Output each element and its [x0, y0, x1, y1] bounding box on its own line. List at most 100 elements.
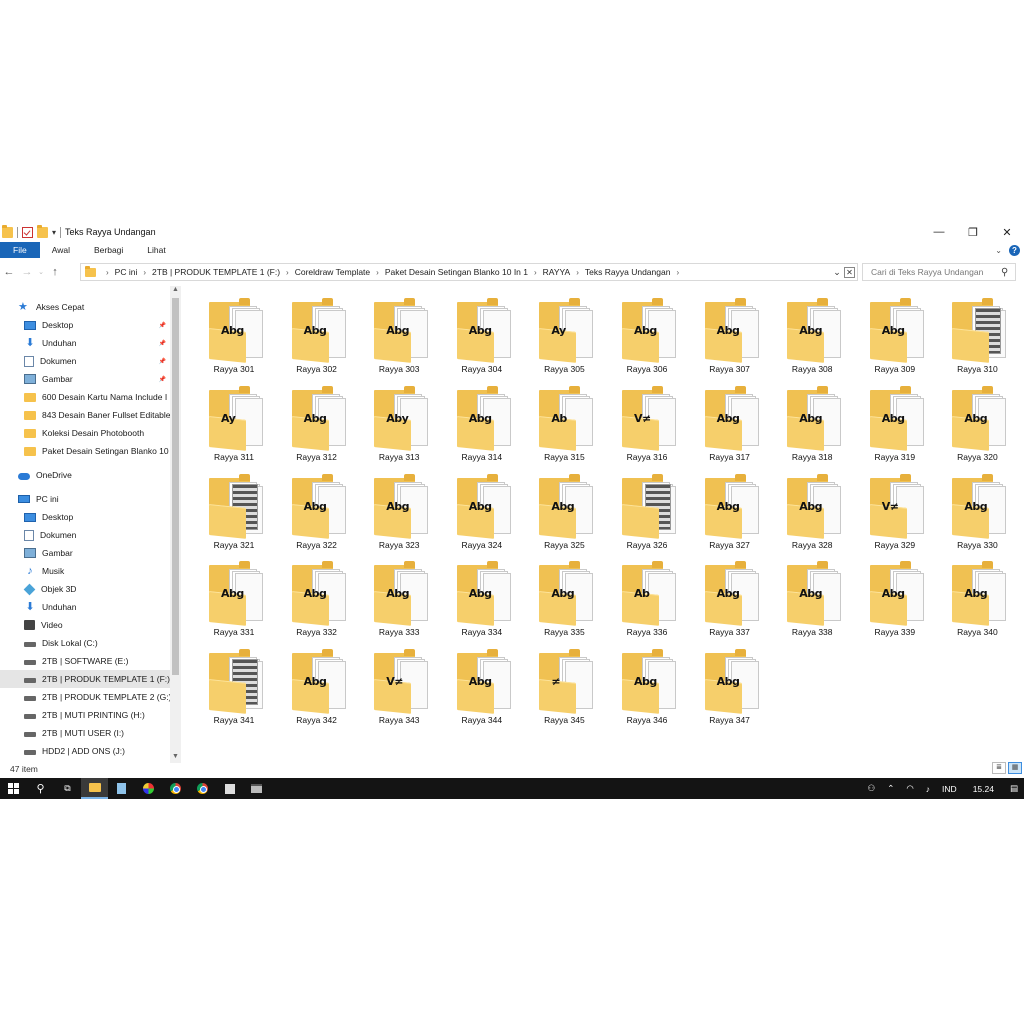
sidebar-item[interactable]: Koleksi Desain Photobooth — [0, 424, 170, 442]
folder-item[interactable]: Abg Rayya 317 — [694, 385, 766, 470]
chevron-right-icon[interactable]: › — [376, 268, 379, 277]
folder-item[interactable]: Abg Rayya 342 — [281, 649, 353, 733]
folder-item[interactable]: Abg Rayya 338 — [776, 561, 848, 645]
folder-item[interactable]: Abg Rayya 339 — [859, 561, 931, 645]
properties-icon[interactable] — [22, 226, 33, 238]
folder-item[interactable]: Abg Rayya 303 — [363, 298, 435, 382]
folder-item[interactable]: Abg Rayya 328 — [776, 473, 848, 558]
address-dropdown-icon[interactable]: ⌄ — [830, 264, 844, 280]
folder-item[interactable]: Abg Rayya 308 — [776, 298, 848, 382]
taskbar-store[interactable] — [216, 778, 243, 799]
large-icons-view-button[interactable]: ▦ — [1008, 762, 1022, 774]
tab-file[interactable]: File — [0, 242, 40, 258]
close-button[interactable]: ✕ — [990, 222, 1024, 242]
minimize-button[interactable]: — — [922, 222, 956, 242]
folder-item[interactable]: Ab Rayya 336 — [611, 561, 683, 645]
folder-item[interactable]: Abg Rayya 333 — [363, 561, 435, 645]
breadcrumb-drive[interactable]: 2TB | PRODUK TEMPLATE 1 (F:) — [152, 267, 280, 277]
sidebar-item[interactable]: Objek 3D — [0, 580, 170, 598]
sidebar-item[interactable]: ⬇ Unduhan — [0, 598, 170, 616]
scroll-up-icon[interactable]: ▲ — [170, 286, 181, 296]
folder-item[interactable]: Abg Rayya 312 — [281, 385, 353, 470]
chevron-right-icon[interactable]: › — [143, 268, 146, 277]
folder-item[interactable]: Abg Rayya 322 — [281, 473, 353, 558]
folder-item[interactable]: Abg Rayya 330 — [941, 473, 1013, 558]
sidebar-item[interactable]: Paket Desain Setingan Blanko 10 — [0, 442, 170, 460]
breadcrumb-coreldraw[interactable]: Coreldraw Template — [295, 267, 370, 277]
help-icon[interactable]: ? — [1009, 244, 1020, 256]
tab-awal[interactable]: Awal — [40, 242, 82, 258]
sidebar-item[interactable]: PC ini — [0, 490, 170, 508]
notifications-icon[interactable]: ▤ — [1004, 778, 1024, 799]
up-button[interactable]: ↑ — [46, 263, 64, 281]
folder-item[interactable]: Abg Rayya 335 — [528, 561, 600, 645]
sidebar-item[interactable]: Disk Lokal (C:) — [0, 634, 170, 652]
search-input[interactable] — [871, 267, 1001, 277]
folder-item[interactable]: Abg Rayya 309 — [859, 298, 931, 382]
folder-item[interactable]: V≠ Rayya 329 — [859, 473, 931, 558]
folder-item[interactable]: Abg Rayya 340 — [941, 561, 1013, 645]
show-hidden-icons-icon[interactable]: ⌃ — [881, 778, 900, 799]
chevron-right-icon[interactable]: › — [534, 268, 537, 277]
sidebar-item[interactable]: Gambar 📌 — [0, 370, 170, 388]
taskbar-app-notes[interactable] — [108, 778, 135, 799]
chevron-right-icon[interactable]: › — [676, 268, 679, 277]
sidebar-item[interactable]: 2TB | SOFTWARE (E:) — [0, 652, 170, 670]
start-button[interactable] — [0, 778, 27, 799]
expand-ribbon-icon[interactable]: ⌄ — [995, 246, 1002, 255]
folder-item[interactable]: Abg Rayya 347 — [694, 649, 766, 733]
sidebar-item[interactable]: ⬇ Unduhan 📌 — [0, 334, 170, 352]
chevron-right-icon[interactable]: › — [576, 268, 579, 277]
folder-item[interactable]: Abg Rayya 304 — [446, 298, 518, 382]
breadcrumb-pc[interactable]: PC ini — [115, 267, 138, 277]
folder-item[interactable]: Abg Rayya 320 — [941, 385, 1013, 470]
breadcrumb-paket[interactable]: Paket Desain Setingan Blanko 10 In 1 — [385, 267, 528, 277]
sidebar-item[interactable]: ★ Akses Cepat — [0, 298, 170, 316]
folder-item[interactable]: Abg Rayya 323 — [363, 473, 435, 558]
search-button[interactable]: ⚲ — [27, 778, 54, 799]
folder-item[interactable]: Abg Rayya 306 — [611, 298, 683, 382]
sidebar-item[interactable]: Video — [0, 616, 170, 634]
breadcrumb-rayya[interactable]: RAYYA — [543, 267, 571, 277]
tab-lihat[interactable]: Lihat — [135, 242, 177, 258]
task-view-button[interactable]: ⧉ — [54, 778, 81, 799]
sidebar-item[interactable]: ♪ Musik — [0, 562, 170, 580]
folder-item[interactable]: V≠ Rayya 316 — [611, 385, 683, 470]
folder-item[interactable]: Abg Rayya 302 — [281, 298, 353, 382]
folder-item[interactable]: Abg Rayya 301 — [198, 298, 270, 382]
address-bar[interactable]: › PC ini › 2TB | PRODUK TEMPLATE 1 (F:) … — [80, 263, 858, 281]
folder-item[interactable]: Abg Rayya 346 — [611, 649, 683, 733]
sidebar-item[interactable]: 600 Desain Kartu Nama Include I — [0, 388, 170, 406]
maximize-button[interactable]: ❐ — [956, 222, 990, 242]
folder-item[interactable]: Abg Rayya 337 — [694, 561, 766, 645]
tab-berbagi[interactable]: Berbagi — [82, 242, 135, 258]
folder-item[interactable]: Abg Rayya 325 — [528, 473, 600, 558]
folder-item[interactable]: Ay Rayya 311 — [198, 385, 270, 470]
folder-item[interactable]: ≠ Rayya 345 — [528, 649, 600, 733]
taskbar-chrome-2[interactable] — [189, 778, 216, 799]
language-indicator[interactable]: IND — [936, 778, 963, 799]
sidebar-item[interactable]: Gambar — [0, 544, 170, 562]
folder-item[interactable]: Abg Rayya 318 — [776, 385, 848, 470]
search-box[interactable]: ⚲ — [862, 263, 1016, 281]
folder-item[interactable]: Abg Rayya 327 — [694, 473, 766, 558]
sidebar-item[interactable]: Desktop — [0, 508, 170, 526]
folder-item[interactable]: Aby Rayya 313 — [363, 385, 435, 470]
folder-item[interactable]: Rayya 341 — [198, 649, 270, 733]
sidebar-item[interactable]: 843 Desain Baner Fullset Editable — [0, 406, 170, 424]
scrollbar-thumb[interactable] — [172, 298, 179, 675]
forward-button[interactable]: → — [18, 263, 36, 281]
folder-item[interactable]: V≠ Rayya 343 — [363, 649, 435, 733]
sidebar-item[interactable]: Desktop 📌 — [0, 316, 170, 334]
folder-item[interactable]: Rayya 321 — [198, 473, 270, 558]
chevron-right-icon[interactable]: › — [286, 268, 289, 277]
sidebar-item[interactable]: HDD2 | ADD ONS (J:) — [0, 742, 170, 760]
taskbar-chrome[interactable] — [162, 778, 189, 799]
sidebar-item[interactable]: 2TB | PRODUK TEMPLATE 2 (G:) — [0, 688, 170, 706]
folder-item[interactable]: Rayya 310 — [941, 298, 1013, 382]
sidebar-item[interactable]: OneDrive — [0, 466, 170, 484]
sidebar-item[interactable]: 2TB | MUTI PRINTING (H:) — [0, 706, 170, 724]
folder-item[interactable]: Ay Rayya 305 — [528, 298, 600, 382]
chevron-right-icon[interactable]: › — [106, 268, 109, 277]
folder-item[interactable]: Abg Rayya 331 — [198, 561, 270, 645]
